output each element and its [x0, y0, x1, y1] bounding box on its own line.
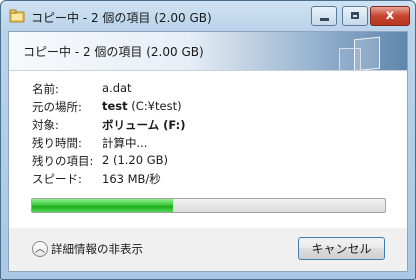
detail-value: 計算中... — [102, 136, 148, 150]
minimize-button[interactable] — [311, 6, 337, 26]
detail-value: test (C:¥test) — [102, 99, 182, 113]
progress-bar — [31, 198, 386, 213]
cancel-button[interactable]: キャンセル — [298, 237, 385, 260]
detail-value: 2 (1.20 GB) — [102, 153, 169, 167]
detail-value: 163 MB/秒 — [102, 172, 161, 186]
detail-value: a.dat — [102, 81, 132, 95]
destination-link[interactable]: ボリューム (F:) — [102, 117, 186, 133]
close-icon: x — [385, 8, 395, 23]
detail-label: 元の場所: — [32, 100, 82, 114]
minimize-icon — [320, 18, 329, 21]
chevron-up-icon: ︿ — [32, 241, 48, 257]
copy-folder-icon — [9, 9, 25, 23]
header-decoration — [354, 36, 380, 70]
maximize-button[interactable] — [342, 6, 368, 26]
title-bar[interactable]: コピー中 - 2 個の項目 (2.00 GB) x — [1, 1, 415, 31]
progress-fill — [32, 199, 174, 212]
detail-label: 対象: — [32, 118, 59, 132]
copy-dialog: コピー中 - 2 個の項目 (2.00 GB) x コピー中 - 2 個の項目 … — [0, 0, 416, 280]
details-panel: 名前: a.dat 元の場所: test (C:¥test) 対象: ボリューム… — [9, 70, 407, 228]
toggle-details-label: 詳細情報の非表示 — [51, 242, 143, 256]
window-title: コピー中 - 2 個の項目 (2.00 GB) — [31, 11, 212, 25]
detail-label: 残りの項目: — [32, 154, 94, 168]
dialog-footer: ︿ 詳細情報の非表示 キャンセル — [9, 228, 407, 271]
detail-label: スピード: — [32, 172, 82, 186]
detail-label: 名前: — [32, 82, 59, 96]
close-button[interactable]: x — [370, 6, 410, 26]
maximize-icon — [351, 12, 359, 19]
source-path: (C:¥test) — [127, 99, 182, 113]
dialog-header: コピー中 - 2 個の項目 (2.00 GB) — [9, 32, 407, 70]
source-folder-link[interactable]: test — [102, 99, 128, 113]
detail-label: 残り時間: — [32, 136, 82, 150]
dialog-client-area: コピー中 - 2 個の項目 (2.00 GB) 名前: a.dat 元の場所: … — [8, 31, 408, 272]
header-title: コピー中 - 2 個の項目 (2.00 GB) — [23, 45, 204, 59]
